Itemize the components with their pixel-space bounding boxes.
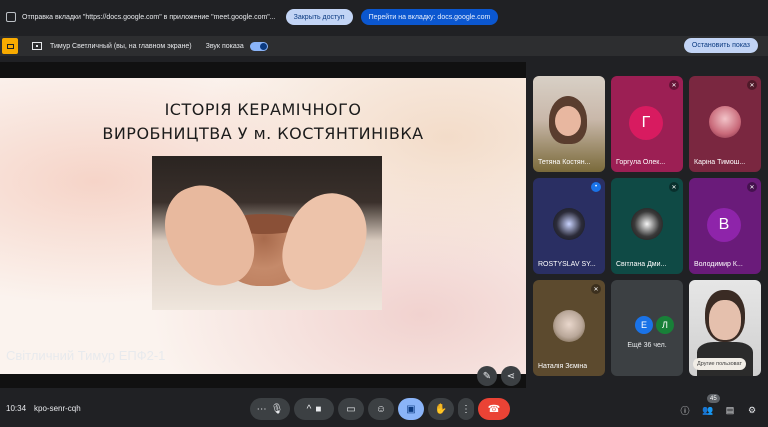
- avatar-letter: Л: [656, 316, 674, 334]
- hang-up-icon: ☎: [487, 403, 501, 415]
- participant-name: Володимир К...: [694, 261, 743, 268]
- slide-title-line1: ІСТОРІЯ КЕРАМІЧНОГО: [164, 100, 362, 119]
- present-screen-icon: [32, 42, 42, 50]
- main-stage: ІСТОРІЯ КЕРАМІЧНОГО ВИРОБНИЦТВА У м. КОС…: [0, 62, 526, 388]
- more-avatars: Е Л: [635, 316, 677, 334]
- presenting-indicator-icon: [2, 38, 18, 54]
- captions-icon: ▭: [346, 403, 356, 415]
- camera-icon: ■: [315, 403, 322, 415]
- participant-tile-5[interactable]: ✕ Світлана Дми...: [611, 178, 683, 274]
- pottery-photo: [152, 156, 382, 310]
- mic-off-icon: ✕: [669, 80, 679, 90]
- avatar-letter: В: [707, 208, 741, 242]
- tab-icon: [6, 12, 16, 22]
- more-vert-icon: ⋮: [461, 403, 471, 415]
- present-button[interactable]: ▣: [398, 398, 424, 420]
- avatar-letter: Г: [629, 106, 663, 140]
- tab-share-banner: Отправка вкладки "https://docs.google.co…: [0, 0, 768, 34]
- participant-tile-1[interactable]: Тетяна Костян...: [533, 76, 605, 172]
- more-audio-icon: ⋯: [256, 403, 267, 415]
- avatar: [553, 310, 585, 342]
- mic-button[interactable]: ⋯ 🎙: [250, 398, 290, 420]
- share-icon[interactable]: ⋖: [501, 366, 521, 386]
- mic-off-icon: ✕: [669, 182, 679, 192]
- avatar: [553, 208, 585, 240]
- participant-name: Тетяна Костян...: [538, 159, 591, 166]
- sound-label: Звук показа: [205, 42, 244, 50]
- emoji-button[interactable]: ☺: [368, 398, 394, 420]
- presentation-slide: ІСТОРІЯ КЕРАМІЧНОГО ВИРОБНИЦТВА У м. КОС…: [0, 78, 526, 374]
- meeting-code: kpo-senr-cqh: [34, 404, 81, 413]
- share-message: Отправка вкладки "https://docs.google.co…: [22, 13, 276, 21]
- presentation-bar: Тимур Светличный (вы, на главном экране)…: [0, 36, 768, 56]
- right-hand: [273, 183, 377, 301]
- participant-tile-3[interactable]: ✕ Каріна Тимош...: [689, 76, 761, 172]
- avatar: [709, 106, 741, 138]
- mic-off-icon: ✕: [747, 182, 757, 192]
- clock: 10:34: [6, 404, 27, 413]
- participant-tile-2[interactable]: ✕ Г Горгула Олек...: [611, 76, 683, 172]
- goto-tab-button[interactable]: Перейти на вкладку: docs.google.com: [360, 9, 499, 25]
- participant-tile-4[interactable]: • ROSTYSLAV SY...: [533, 178, 605, 274]
- avatar-letter: Е: [635, 316, 653, 334]
- more-options-button[interactable]: ⋮: [458, 398, 474, 420]
- captions-button[interactable]: ▭: [338, 398, 364, 420]
- other-users-chip[interactable]: Другие пользоват: [693, 358, 746, 370]
- participant-name: Світлана Дми...: [616, 261, 667, 268]
- self-face: [709, 300, 741, 340]
- participant-name: ROSTYSLAV SY...: [538, 261, 596, 268]
- self-video-tile[interactable]: Другие пользоват: [689, 280, 761, 376]
- activities-icon[interactable]: ⚙: [745, 403, 759, 417]
- info-icon[interactable]: ⓘ: [678, 403, 692, 417]
- present-icon: ▣: [406, 403, 416, 415]
- slide-title: ІСТОРІЯ КЕРАМІЧНОГО ВИРОБНИЦТВА У м. КОС…: [0, 98, 526, 146]
- chat-icon[interactable]: ▤: [723, 403, 737, 417]
- more-participants-tile[interactable]: Е Л Ещё 36 чел.: [611, 280, 683, 376]
- speaking-icon: •: [591, 182, 601, 192]
- leave-call-button[interactable]: ☎: [478, 398, 510, 420]
- presenter-label: Тимур Светличный (вы, на главном экране): [50, 42, 192, 50]
- mic-icon: 🎙: [270, 403, 284, 415]
- people-icon[interactable]: 👥: [701, 403, 715, 417]
- avatar: [631, 208, 663, 240]
- stop-presenting-button[interactable]: Остановить показ: [683, 38, 758, 53]
- raise-hand-button[interactable]: ✋: [428, 398, 454, 420]
- meet-window: Отправка вкладки "https://docs.google.co…: [0, 0, 768, 427]
- participant-name: Горгула Олек...: [616, 159, 666, 166]
- more-participants-label: Ещё 36 чел.: [627, 342, 667, 349]
- emoji-icon: ☺: [375, 403, 387, 415]
- unpin-icon[interactable]: ✎: [477, 366, 497, 386]
- presenter-name: Світличний Тимур ЕПФ2-1: [6, 348, 166, 363]
- participant-tile-6[interactable]: ✕ В Володимир К...: [689, 178, 761, 274]
- participant-name: Наталія Зєміна: [538, 363, 588, 370]
- mic-off-icon: ✕: [591, 284, 601, 294]
- chevron-up-icon: ^: [306, 403, 312, 415]
- camera-button[interactable]: ^ ■: [294, 398, 334, 420]
- mic-off-icon: ✕: [747, 80, 757, 90]
- sound-toggle[interactable]: [249, 41, 268, 51]
- participant-tile-7[interactable]: ✕ Наталія Зєміна: [533, 280, 605, 376]
- slide-title-line2: ВИРОБНИЦТВА У м. КОСТЯНТИНІВКА: [102, 124, 424, 143]
- people-count-badge: 45: [707, 394, 720, 403]
- participant-face: [555, 106, 581, 136]
- close-access-button[interactable]: Закрыть доступ: [285, 9, 353, 25]
- participant-name: Каріна Тимош...: [694, 159, 746, 166]
- hand-icon: ✋: [434, 403, 448, 415]
